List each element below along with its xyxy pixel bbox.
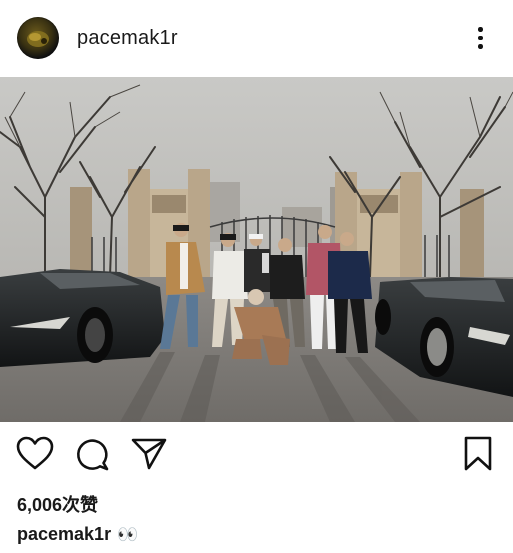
comment-bubble-icon[interactable]	[72, 434, 112, 474]
profile-avatar[interactable]	[17, 17, 59, 59]
post-header: pacemak1r	[0, 0, 513, 77]
post-username[interactable]: pacemak1r	[77, 27, 178, 50]
post-caption: pacemak1r 👀	[17, 524, 138, 545]
bookmark-icon[interactable]	[458, 434, 498, 474]
likes-count[interactable]: 6,006次赞	[17, 491, 98, 517]
heart-icon[interactable]	[15, 434, 55, 474]
caption-text: 👀	[117, 525, 139, 544]
post-photo[interactable]	[0, 77, 513, 422]
caption-username[interactable]: pacemak1r	[17, 524, 111, 544]
post-actions	[0, 434, 513, 476]
paper-plane-icon[interactable]	[129, 434, 169, 474]
more-vertical-icon[interactable]	[471, 23, 489, 53]
